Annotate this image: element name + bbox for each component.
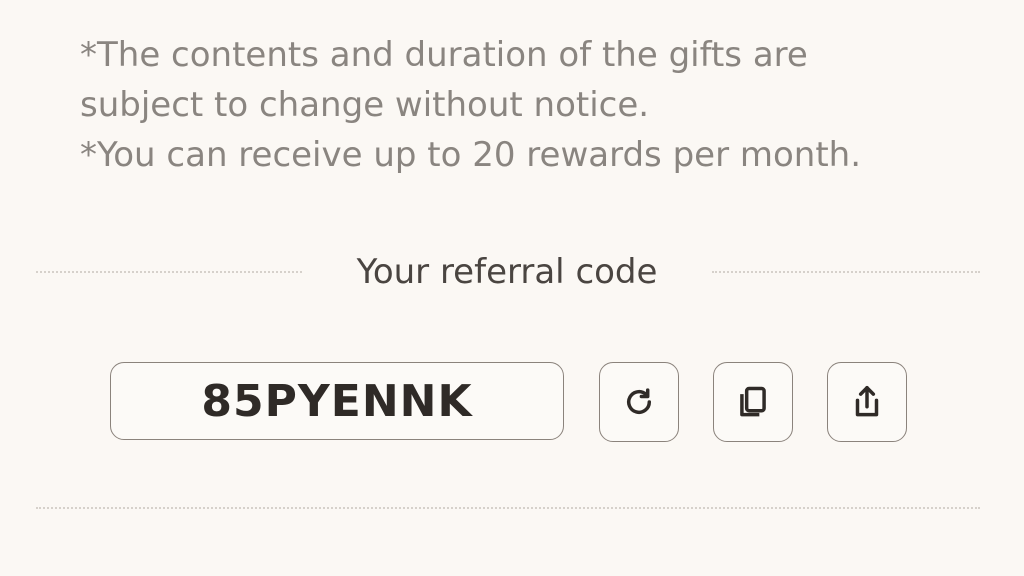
referral-page: *The contents and duration of the gifts … bbox=[0, 0, 1024, 576]
heading-divider-right bbox=[712, 271, 980, 273]
bottom-divider bbox=[36, 507, 980, 509]
terms-note-line-1: *The contents and duration of the gifts … bbox=[80, 35, 808, 75]
referral-code-value: 85PYENNK bbox=[201, 375, 473, 427]
referral-code-row: 85PYENNK bbox=[0, 361, 1024, 443]
refresh-icon bbox=[620, 383, 658, 421]
copy-icon bbox=[734, 383, 772, 421]
referral-code-box[interactable]: 85PYENNK bbox=[110, 362, 564, 440]
referral-code-heading: Your referral code bbox=[0, 247, 1024, 297]
terms-notes: *The contents and duration of the gifts … bbox=[80, 30, 980, 180]
share-button[interactable] bbox=[827, 362, 907, 442]
copy-button[interactable] bbox=[713, 362, 793, 442]
terms-note-line-3: *You can receive up to 20 rewards per mo… bbox=[80, 135, 862, 175]
share-icon bbox=[848, 383, 886, 421]
refresh-button[interactable] bbox=[599, 362, 679, 442]
heading-divider-left bbox=[36, 271, 302, 273]
terms-note-line-2: subject to change without notice. bbox=[80, 85, 650, 125]
referral-code-title: Your referral code bbox=[356, 252, 658, 292]
